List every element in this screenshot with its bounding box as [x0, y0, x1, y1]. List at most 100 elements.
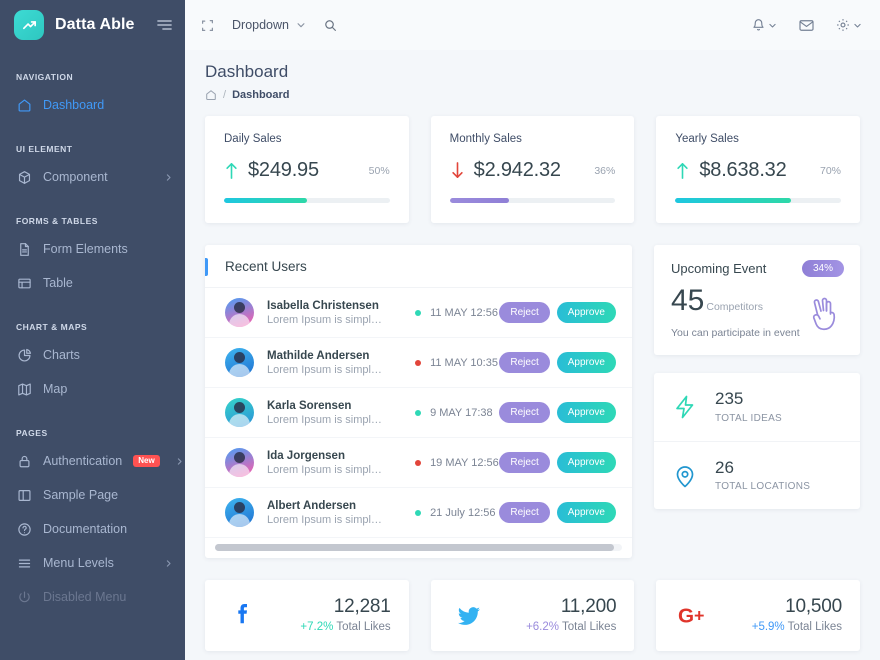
sidebar-item-label: Form Elements: [43, 242, 173, 256]
social-percent: +6.2%: [526, 621, 559, 633]
search-icon[interactable]: [324, 19, 337, 32]
reject-button[interactable]: Reject: [499, 352, 549, 373]
sales-card-value-row: $2.942.3236%: [450, 159, 616, 182]
sales-card-value-row: $8.638.3270%: [675, 159, 841, 182]
user-timestamp: 11 MAY 12:56: [430, 307, 498, 319]
user-time-cell: 9 MAY 17:38: [415, 407, 499, 419]
sales-card-title: Yearly Sales: [675, 133, 841, 145]
recent-users-column: Recent Users Isabella ChristensenLorem I…: [205, 245, 632, 558]
sidebar-item-map[interactable]: Map: [0, 372, 185, 406]
sidebar-item-sample-page[interactable]: Sample Page: [0, 478, 185, 512]
settings-button[interactable]: [836, 18, 862, 32]
mail-icon: [799, 19, 814, 32]
chevron-right-icon: [164, 559, 173, 568]
sidebar-item-charts[interactable]: Charts: [0, 338, 185, 372]
social-label: Total Likes: [336, 621, 390, 633]
user-time-cell: 11 MAY 12:56: [415, 307, 499, 319]
sales-card-title: Monthly Sales: [450, 133, 616, 145]
user-description: Lorem Ipsum is simply dummy text of...: [267, 414, 387, 426]
breadcrumb-current[interactable]: Dashboard: [232, 89, 289, 101]
scrollbar-thumb[interactable]: [215, 544, 614, 551]
dashboard-app: Datta Able NAVIGATIONDashboardUI ELEMENT…: [0, 0, 880, 660]
stat-value: 235: [715, 390, 782, 409]
twitter-icon: [449, 601, 489, 629]
breadcrumb: / Dashboard: [205, 89, 860, 101]
notifications-button[interactable]: [752, 18, 777, 32]
user-timestamp: 9 MAY 17:38: [430, 407, 493, 419]
user-description: Lorem Ipsum is simply dummy text of...: [267, 464, 387, 476]
chevron-down-icon: [768, 21, 777, 30]
sidebar-item-form-elements[interactable]: Form Elements: [0, 232, 185, 266]
chevron-right-icon: [175, 457, 184, 466]
table-row[interactable]: Isabella ChristensenLorem Ipsum is simpl…: [205, 288, 632, 338]
sidebar-item-dashboard[interactable]: Dashboard: [0, 88, 185, 122]
upcoming-event-card: Upcoming Event 34% 45 Competitors You ca…: [654, 245, 860, 355]
social-values: 11,200+6.2% Total Likes: [526, 596, 616, 633]
recent-users-list: Isabella ChristensenLorem Ipsum is simpl…: [205, 288, 632, 538]
sidebar-item-label: Charts: [43, 348, 173, 362]
user-time-cell: 11 MAY 10:35: [415, 357, 499, 369]
approve-button[interactable]: Approve: [557, 402, 616, 423]
user-time-cell: 19 MAY 12:56: [415, 457, 499, 469]
arrow-up-icon: [675, 161, 690, 180]
table-row[interactable]: Albert AndersenLorem Ipsum is simply dum…: [205, 488, 632, 538]
approve-button[interactable]: Approve: [557, 452, 616, 473]
social-label: Total Likes: [562, 621, 616, 633]
avatar: [225, 448, 254, 477]
avatar: [225, 498, 254, 527]
user-meta: Isabella ChristensenLorem Ipsum is simpl…: [267, 300, 387, 326]
sidebar-item-label: Menu Levels: [43, 556, 153, 570]
social-label: Total Likes: [788, 621, 842, 633]
bell-icon: [752, 18, 765, 32]
sidebar-item-documentation[interactable]: Documentation: [0, 512, 185, 546]
dropdown-menu[interactable]: Dropdown: [232, 18, 306, 32]
stat-value: 26: [715, 459, 810, 478]
power-icon: [16, 589, 32, 605]
topbar-right: [752, 18, 862, 32]
sidebar-item-component[interactable]: Component: [0, 160, 185, 194]
file-text-icon: [16, 241, 32, 257]
sales-cards-row: Daily Sales$249.9550% Monthly Sales $2.942…: [205, 116, 860, 223]
approve-button[interactable]: Approve: [557, 502, 616, 523]
user-name: Mathilde Andersen: [267, 350, 387, 362]
status-dot: [415, 310, 421, 316]
user-name: Ida Jorgensen: [267, 450, 387, 462]
sidebar-item-menu-levels[interactable]: Menu Levels: [0, 546, 185, 580]
home-icon[interactable]: [205, 89, 217, 101]
progress-fill: [224, 198, 307, 203]
sidebar-item-authentication[interactable]: AuthenticationNew: [0, 444, 185, 478]
scrollbar-track[interactable]: [215, 544, 622, 551]
table-row[interactable]: Mathilde AndersenLorem Ipsum is simply d…: [205, 338, 632, 388]
reject-button[interactable]: Reject: [499, 302, 549, 323]
mail-button[interactable]: [799, 19, 814, 32]
sidebar-panel-icon: [16, 487, 32, 503]
progress-track: [675, 198, 841, 203]
page-title: Dashboard: [205, 62, 860, 82]
sales-card-percent: 50%: [369, 165, 390, 177]
reject-button[interactable]: Reject: [499, 502, 549, 523]
map-icon: [16, 381, 32, 397]
row-actions: Reject Approve: [499, 452, 616, 473]
social-cards-row: 12,281+7.2% Total Likes11,200+6.2% Total…: [205, 580, 860, 651]
maximize-icon[interactable]: [201, 19, 214, 32]
sidebar-item-table[interactable]: Table: [0, 266, 185, 300]
avatar: [225, 398, 254, 427]
approve-button[interactable]: Approve: [557, 302, 616, 323]
table-icon: [16, 275, 32, 291]
avatar: [225, 298, 254, 327]
menu-collapse-icon[interactable]: [156, 18, 173, 32]
reject-button[interactable]: Reject: [499, 452, 549, 473]
upcoming-event-count: 45: [671, 286, 704, 316]
table-row[interactable]: Karla SorensenLorem Ipsum is simply dumm…: [205, 388, 632, 438]
sidebar-item-label: Sample Page: [43, 488, 173, 502]
topbar: Dropdown: [185, 0, 880, 50]
chevron-right-icon: [164, 173, 173, 182]
horizontal-scrollbar[interactable]: [205, 538, 632, 558]
page-content: Dashboard / Dashboard Daily Sales$249.95…: [185, 50, 880, 660]
table-row[interactable]: Ida Jorgensen Lorem Ipsum is simply dummy…: [205, 438, 632, 488]
approve-button[interactable]: Approve: [557, 352, 616, 373]
recent-users-card: Recent Users Isabella ChristensenLorem I…: [205, 245, 632, 558]
reject-button[interactable]: Reject: [499, 402, 549, 423]
sales-card: Daily Sales$249.9550%: [205, 116, 409, 223]
social-stat-card: G+10,500+5.9% Total Likes: [656, 580, 860, 651]
